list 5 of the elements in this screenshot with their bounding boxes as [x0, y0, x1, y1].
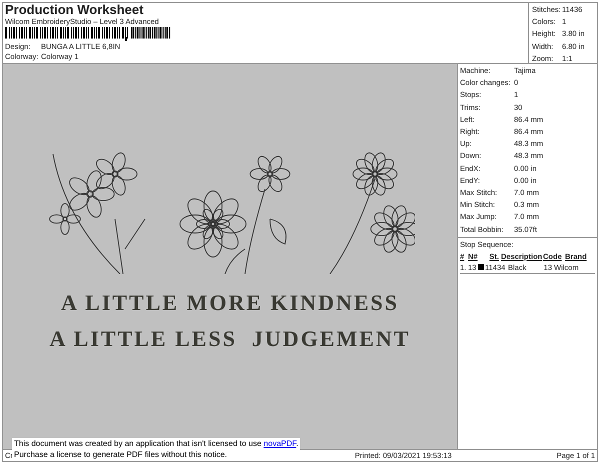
embroidery-text: A LITTLE LESS JUDGEMENT [50, 326, 410, 352]
page-title: Production Worksheet [5, 3, 144, 17]
novapdf-link[interactable]: novaPDF [264, 439, 296, 448]
embroidery-text: A LITTLE MORE KINDNESS [60, 290, 399, 316]
license-notice: This document was created by an application that isn't licensed to use novaPDF. Purchase a license to generate PDF files without this notice. [12, 438, 300, 460]
